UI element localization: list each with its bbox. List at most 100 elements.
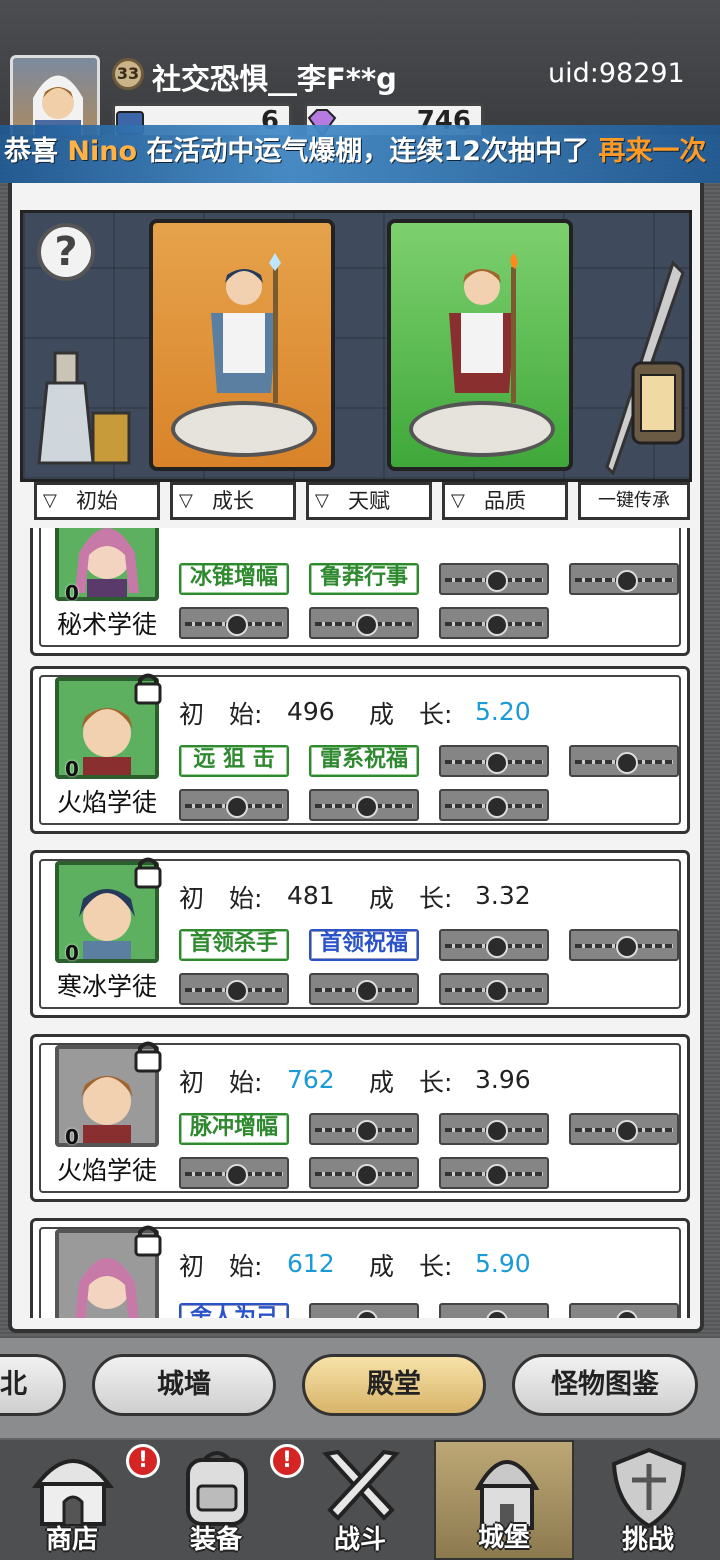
subtab-monster-codex[interactable]: 怪物图鉴 (512, 1354, 698, 1416)
locked-skill-slot (439, 973, 549, 1005)
filter-talent[interactable]: ▽ 天赋 (306, 482, 432, 520)
locked-skill-slot (179, 607, 289, 639)
locked-skill-slot (569, 1303, 679, 1318)
lock-icon[interactable] (133, 1223, 163, 1257)
locked-skill-slot (569, 745, 679, 777)
hero-name: 火焰学徒 (57, 788, 158, 817)
locked-skill-slot (439, 607, 549, 639)
filter-growth[interactable]: ▽ 成长 (170, 482, 296, 520)
locked-skill-slot (179, 973, 289, 1005)
locked-skill-slot (439, 745, 549, 777)
initial-value: 481 (287, 881, 335, 910)
marquee-prefix: 恭喜 (4, 136, 58, 167)
chevron-down-icon: ▽ (315, 490, 329, 511)
nav-castle[interactable]: 城堡 (434, 1440, 574, 1560)
locked-skill-slot (309, 973, 419, 1005)
skill-slot[interactable]: 鲁莽行事 (309, 563, 419, 595)
hero-card-fire-mage[interactable] (387, 219, 573, 471)
skill-slot[interactable]: 首领祝福 (309, 929, 419, 961)
crossed-swords-icon (322, 1449, 400, 1521)
skill-slot[interactable]: 舍人为己 (179, 1303, 289, 1318)
nav-challenge[interactable]: 挑战 (578, 1440, 718, 1560)
initial-label: 初 始: (179, 1252, 263, 1281)
lock-icon[interactable] (133, 671, 163, 705)
app-screen: { "header": { "level": "33", "username":… (0, 0, 720, 1560)
initial-value: 612 (287, 1249, 335, 1278)
initial-label: 初 始: (179, 700, 263, 729)
subtab-wall[interactable]: 城墙 (92, 1354, 276, 1416)
ice-mage-figure (211, 253, 281, 403)
locked-skill-slot (439, 1157, 549, 1189)
announcement-marquee: 恭喜 Nino 在活动中运气爆棚，连续12次抽中了 再来一次 (0, 125, 720, 183)
lock-icon[interactable] (133, 855, 163, 889)
locked-skill-slot (569, 929, 679, 961)
filter-initial[interactable]: ▽ 初始 (34, 482, 160, 520)
skill-slot[interactable]: 冰锥增幅 (179, 563, 289, 595)
bottom-nav: 商店 ! 装备 ! 战斗 城堡 挑战 (0, 1440, 720, 1560)
hero-row[interactable]: 0 火焰学徒 初 始: 762 成 长: 3.96 脉冲增幅 (30, 1034, 690, 1202)
hero-list[interactable]: 0 秘术学徒 冰锥增幅 鲁莽行事 0 火焰学徒 初 始: 496 成 长: 5.… (26, 528, 692, 1318)
skill-slot[interactable]: 远 狙 击 (179, 745, 289, 777)
locked-skill-slot (309, 607, 419, 639)
player-uid: uid:98291 (548, 58, 685, 89)
locked-skill-slot (439, 929, 549, 961)
chevron-down-icon: ▽ (451, 490, 465, 511)
skill-slot[interactable]: 雷系祝福 (309, 745, 419, 777)
locked-skill-slot (439, 789, 549, 821)
sort-filter-bar: ▽ 初始 ▽ 成长 ▽ 天赋 ▽ 品质 一键传承 (30, 482, 694, 522)
filter-quality[interactable]: ▽ 品质 (442, 482, 568, 520)
growth-value: 5.20 (475, 697, 531, 726)
locked-skill-slot (309, 1303, 419, 1318)
growth-label: 成 长: (369, 884, 453, 913)
potion-bottles-icon (37, 351, 131, 465)
locked-skill-slot (179, 1157, 289, 1189)
hero-row[interactable]: 初 始: 612 成 长: 5.90 舍人为己 (30, 1218, 690, 1318)
top-header: 33 社交恐惧__李F**g uid:98291 6 746 (0, 0, 720, 135)
chevron-down-icon: ▽ (179, 490, 193, 511)
nav-shop[interactable]: 商店 ! (2, 1440, 160, 1560)
locked-skill-slot (439, 1113, 549, 1145)
chevron-down-icon: ▽ (43, 490, 57, 511)
locked-skill-slot (569, 563, 679, 595)
hero-name: 火焰学徒 (57, 1156, 158, 1185)
initial-label: 初 始: (179, 1068, 263, 1097)
hero-name: 秘术学徒 (57, 610, 158, 639)
growth-label: 成 长: (369, 700, 453, 729)
hero-row[interactable]: 0 火焰学徒 初 始: 496 成 长: 5.20 远 狙 击 雷系祝福 (30, 666, 690, 834)
subtab-hall[interactable]: 殿堂 (302, 1354, 486, 1416)
marquee-player: Nino (67, 136, 138, 167)
marquee-text: 在活动中运气爆棚，连续12次抽中了 (146, 136, 590, 167)
subtab-partial[interactable]: 北 (0, 1354, 66, 1416)
initial-label: 初 始: (179, 884, 263, 913)
hero-card-ice-mage[interactable] (149, 219, 335, 471)
lock-icon[interactable] (133, 1039, 163, 1073)
help-icon[interactable]: ? (37, 223, 95, 281)
skill-slot[interactable]: 首领杀手 (179, 929, 289, 961)
nav-battle[interactable]: 战斗 (290, 1440, 430, 1560)
initial-value: 496 (287, 697, 335, 726)
one-click-inherit-button[interactable]: 一键传承 (578, 482, 690, 520)
growth-value: 3.96 (475, 1065, 531, 1094)
locked-skill-slot (569, 1113, 679, 1145)
backpack-icon (186, 1451, 248, 1526)
player-avatar[interactable] (10, 55, 100, 135)
growth-label: 成 长: (369, 1252, 453, 1281)
hero-showcase: ? (20, 210, 692, 482)
locked-skill-slot (309, 789, 419, 821)
hero-row[interactable]: 0 寒冰学徒 初 始: 481 成 长: 3.32 首领杀手 首领祝福 (30, 850, 690, 1018)
shop-icon (32, 1459, 114, 1526)
hero-row[interactable]: 0 秘术学徒 冰锥增幅 鲁莽行事 (30, 528, 690, 656)
player-level-badge: 33 (112, 58, 144, 90)
hero-name: 寒冰学徒 (57, 972, 158, 1001)
player-name: 社交恐惧__李F**g (152, 62, 397, 96)
growth-value: 3.32 (475, 881, 531, 910)
skill-slot[interactable]: 脉冲增幅 (179, 1113, 289, 1145)
locked-skill-slot (439, 1303, 549, 1318)
nav-equipment[interactable]: 装备 ! (146, 1440, 304, 1560)
locked-skill-slot (309, 1113, 419, 1145)
sword-lantern-icon (605, 260, 685, 476)
fire-mage-figure (449, 253, 518, 403)
locked-skill-slot (309, 1157, 419, 1189)
initial-value: 762 (287, 1065, 335, 1094)
growth-label: 成 长: (369, 1068, 453, 1097)
